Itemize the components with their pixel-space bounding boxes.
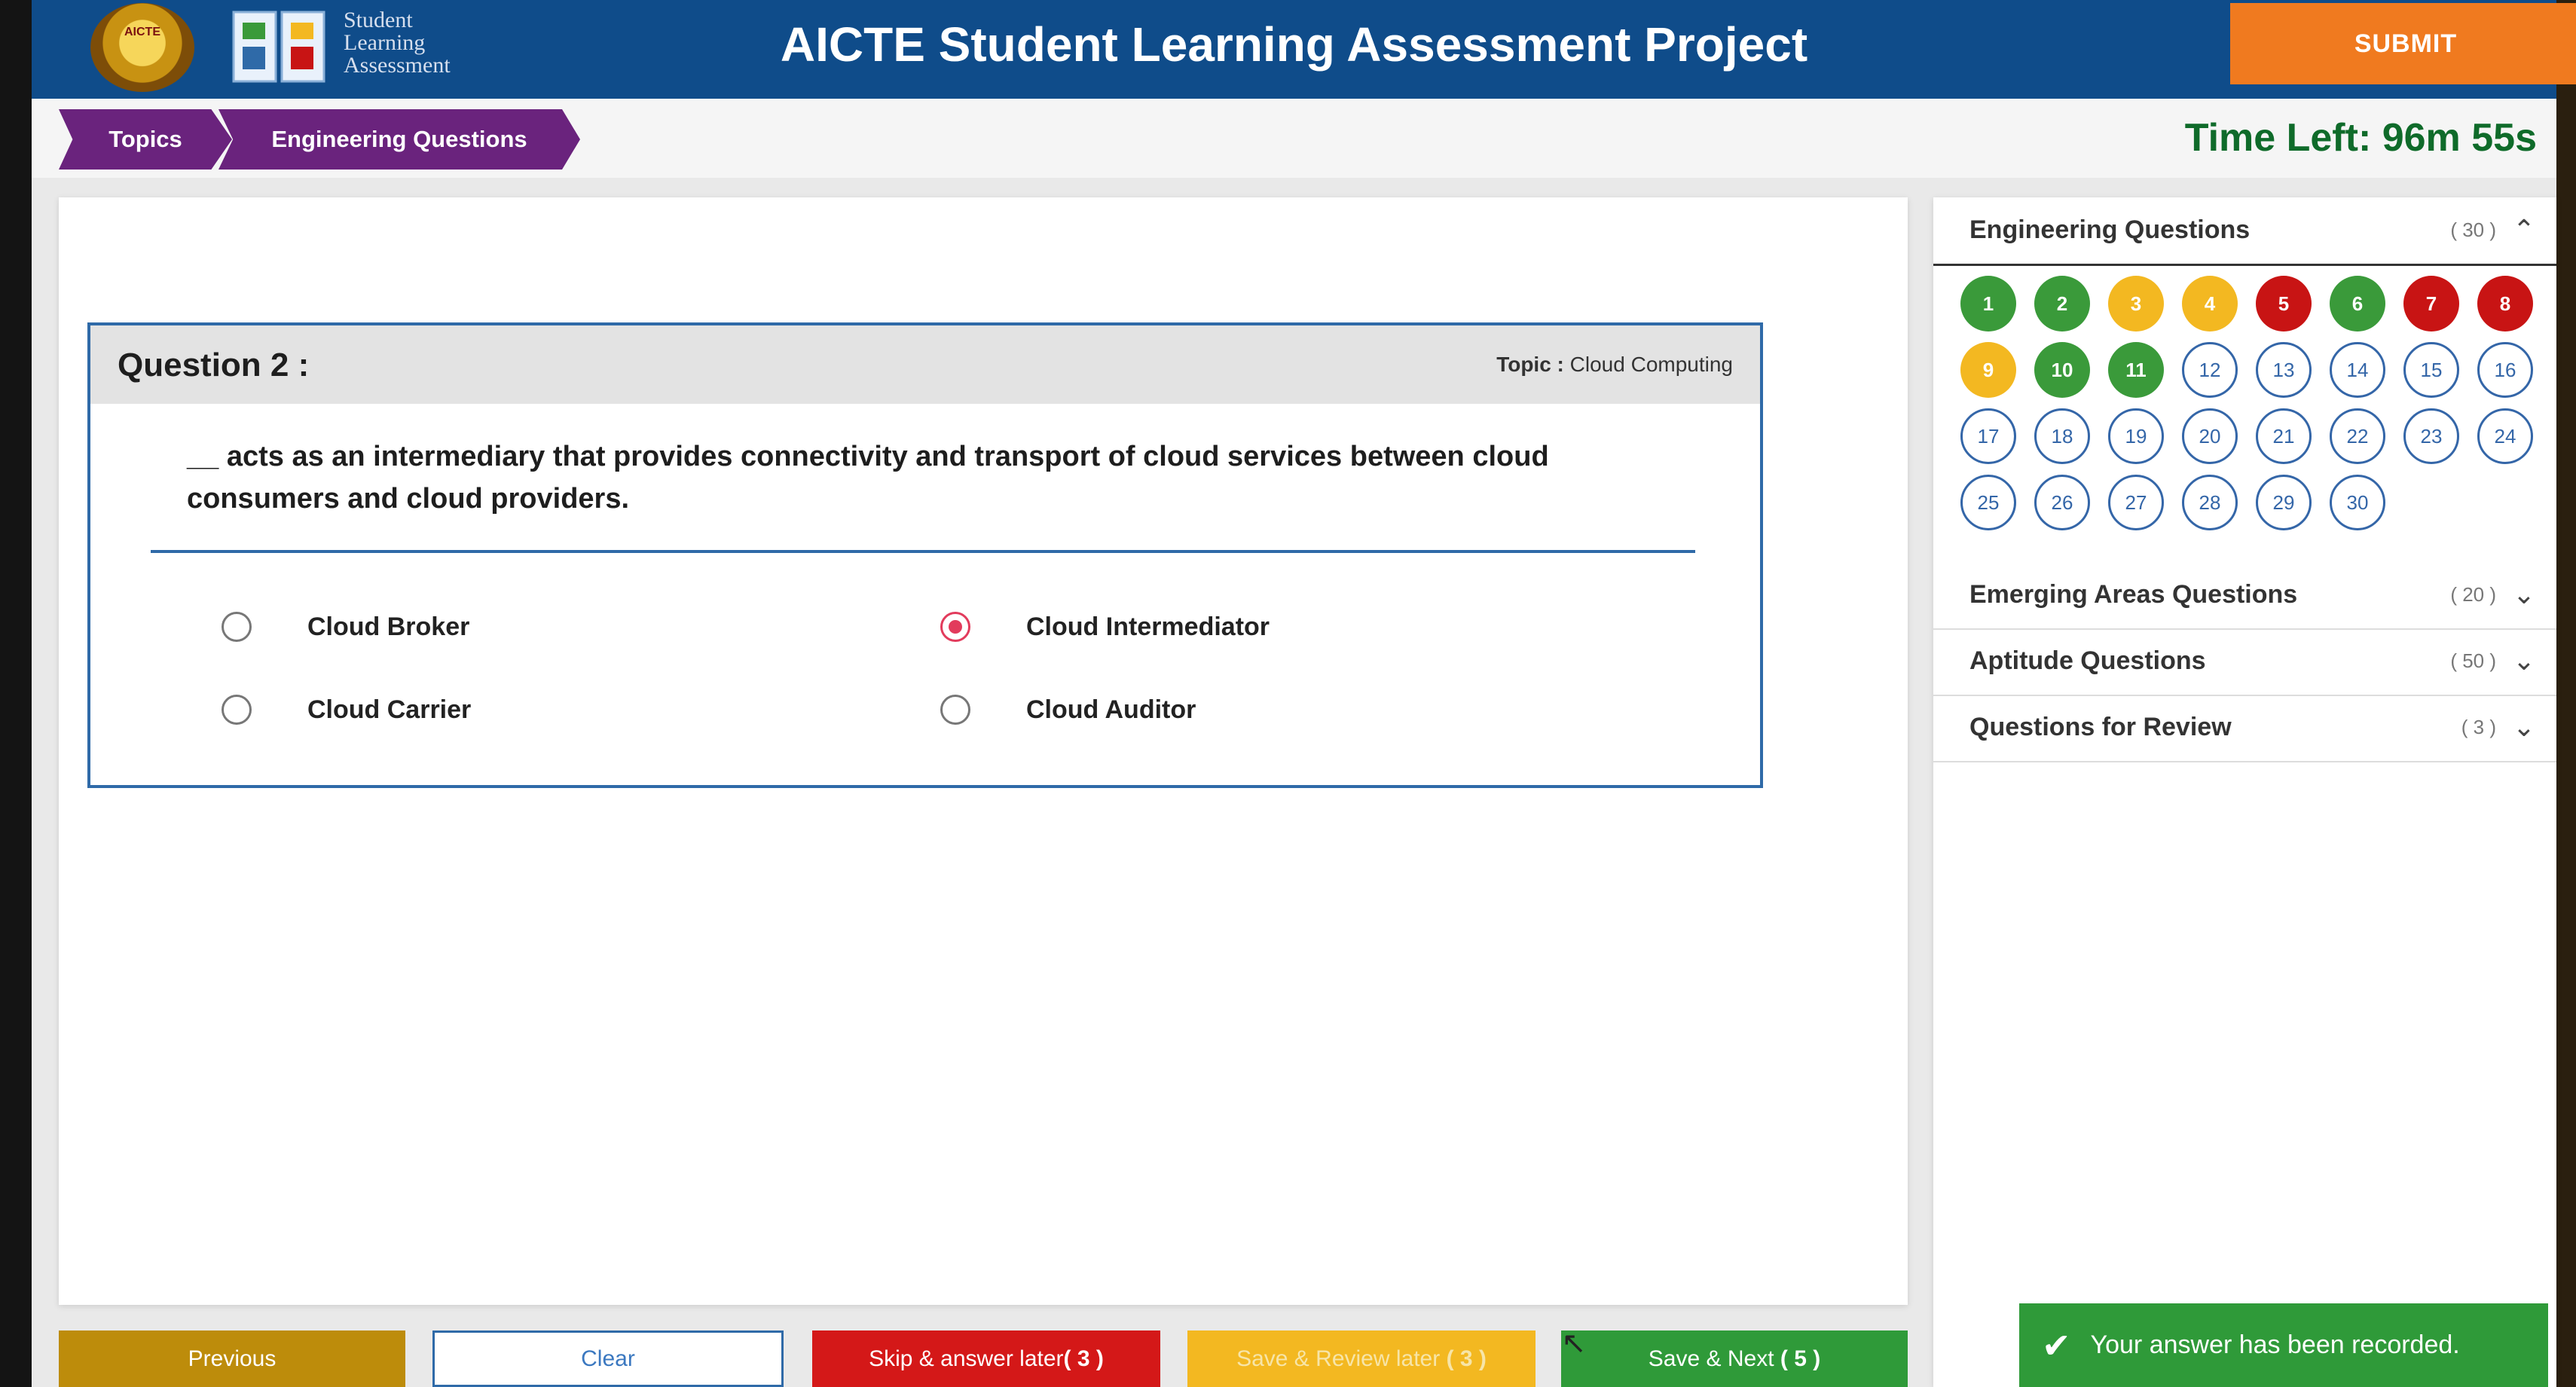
question-bubble-7[interactable]: 7 <box>2403 276 2459 331</box>
question-navigator: Engineering Questions ( 30 ) ⌃ 123456789… <box>1933 197 2556 1387</box>
topic-value: Cloud Computing <box>1569 353 1733 376</box>
option-label: Cloud Broker <box>307 612 470 641</box>
question-bubble-20[interactable]: 20 <box>2182 408 2238 464</box>
option-cloud-auditor[interactable]: Cloud Auditor <box>940 695 1196 725</box>
option-label: Cloud Carrier <box>307 695 472 724</box>
check-icon: ✔ <box>2042 1325 2071 1365</box>
question-bubble-16[interactable]: 16 <box>2477 342 2533 398</box>
question-bubble-19[interactable]: 19 <box>2108 408 2164 464</box>
section-emerging-areas-questions[interactable]: Emerging Areas Questions ( 20 ) ⌄ <box>1933 562 2556 630</box>
section-count: ( 20 ) <box>2450 583 2496 606</box>
option-cloud-broker[interactable]: Cloud Broker <box>222 612 469 642</box>
radio-button[interactable] <box>222 612 252 642</box>
chevron-up-icon[interactable]: ⌃ <box>2513 214 2535 246</box>
question-bubble-10[interactable]: 10 <box>2034 342 2090 398</box>
option-cloud-carrier[interactable]: Cloud Carrier <box>222 695 471 725</box>
section-engineering-questions[interactable]: Engineering Questions ( 30 ) ⌃ <box>1933 197 2556 266</box>
question-bubble-28[interactable]: 28 <box>2182 475 2238 530</box>
answer-recorded-toast: ✔ Your answer has been recorded. <box>2019 1303 2548 1387</box>
skip-count: ( 3 ) <box>1063 1346 1104 1371</box>
section-aptitude-questions[interactable]: Aptitude Questions ( 50 ) ⌄ <box>1933 628 2556 696</box>
question-bubble-6[interactable]: 6 <box>2330 276 2385 331</box>
section-title: Engineering Questions <box>1969 215 2251 244</box>
question-bubble-9[interactable]: 9 <box>1960 342 2016 398</box>
skip-label: Skip & answer later <box>869 1346 1064 1371</box>
question-bubble-11[interactable]: 11 <box>2108 342 2164 398</box>
skip-answer-later-button[interactable]: Skip & answer later( 3 ) <box>812 1330 1160 1387</box>
radio-button-selected[interactable] <box>940 612 970 642</box>
toast-message: Your answer has been recorded. <box>2090 1330 2460 1359</box>
radio-button[interactable] <box>940 695 970 725</box>
review-label: Save & Review later <box>1236 1346 1441 1371</box>
question-topic: Topic : Cloud Computing <box>1496 353 1733 377</box>
next-count: ( 5 ) <box>1780 1346 1821 1371</box>
question-box: Question 2 : Topic : Cloud Computing __ … <box>87 322 1763 788</box>
question-number: Question 2 : <box>118 347 310 383</box>
time-left: Time Left: 96m 55s <box>2184 116 2537 160</box>
question-bubble-27[interactable]: 27 <box>2108 475 2164 530</box>
previous-button[interactable]: Previous <box>59 1330 405 1387</box>
question-bubble-4[interactable]: 4 <box>2182 276 2238 331</box>
question-bubble-25[interactable]: 25 <box>1960 475 2016 530</box>
divider <box>151 550 1695 553</box>
question-bubble-15[interactable]: 15 <box>2403 342 2459 398</box>
breadcrumb-topics[interactable]: Topics <box>59 109 232 170</box>
question-bubble-1[interactable]: 1 <box>1960 276 2016 331</box>
option-label: Cloud Auditor <box>1026 695 1196 724</box>
question-bubble-5[interactable]: 5 <box>2256 276 2312 331</box>
chevron-down-icon[interactable]: ⌄ <box>2513 645 2535 677</box>
question-bubble-12[interactable]: 12 <box>2182 342 2238 398</box>
question-bubble-3[interactable]: 3 <box>2108 276 2164 331</box>
question-bubble-23[interactable]: 23 <box>2403 408 2459 464</box>
question-bubble-22[interactable]: 22 <box>2330 408 2385 464</box>
section-title: Questions for Review <box>1969 713 2232 741</box>
section-count: ( 50 ) <box>2450 649 2496 672</box>
review-count: ( 3 ) <box>1446 1346 1487 1371</box>
breadcrumb-engineering-questions[interactable]: Engineering Questions <box>218 109 580 170</box>
section-count: ( 30 ) <box>2450 218 2496 241</box>
section-questions-for-review[interactable]: Questions for Review ( 3 ) ⌄ <box>1933 695 2556 762</box>
save-review-later-button[interactable]: Save & Review later ( 3 ) <box>1187 1330 1536 1387</box>
question-text: __ acts as an intermediary that provides… <box>187 441 1549 515</box>
question-bubble-21[interactable]: 21 <box>2256 408 2312 464</box>
question-bubble-26[interactable]: 26 <box>2034 475 2090 530</box>
submit-button[interactable]: SUBMIT <box>2230 3 2576 84</box>
radio-button[interactable] <box>222 695 252 725</box>
left-frame-edge <box>0 0 32 1387</box>
right-frame-edge <box>2556 0 2576 1387</box>
question-bubble-8[interactable]: 8 <box>2477 276 2533 331</box>
breadcrumb-bar: Topics Engineering Questions Time Left: … <box>32 99 2556 178</box>
app-window: AICTE Student Learning Assessment AICTE … <box>0 0 2576 1387</box>
section-count: ( 3 ) <box>2461 716 2496 738</box>
question-bubble-18[interactable]: 18 <box>2034 408 2090 464</box>
question-bubble-29[interactable]: 29 <box>2256 475 2312 530</box>
save-next-button[interactable]: Save & Next ( 5 ) <box>1561 1330 1908 1387</box>
clear-button[interactable]: Clear <box>432 1330 784 1387</box>
header-bar: AICTE Student Learning Assessment AICTE … <box>32 0 2576 99</box>
app-title: AICTE Student Learning Assessment Projec… <box>780 17 1808 72</box>
question-bubble-14[interactable]: 14 <box>2330 342 2385 398</box>
chevron-down-icon[interactable]: ⌄ <box>2513 579 2535 610</box>
question-bubble-13[interactable]: 13 <box>2256 342 2312 398</box>
question-bubble-24[interactable]: 24 <box>2477 408 2533 464</box>
question-bubble-30[interactable]: 30 <box>2330 475 2385 530</box>
next-label: Save & Next <box>1648 1346 1774 1371</box>
section-title: Aptitude Questions <box>1969 646 2206 675</box>
mouse-cursor-icon: ↖ <box>1561 1327 1587 1360</box>
section-title: Emerging Areas Questions <box>1969 580 2298 609</box>
question-bubble-2[interactable]: 2 <box>2034 276 2090 331</box>
topic-label: Topic : <box>1496 353 1564 376</box>
option-label: Cloud Intermediator <box>1026 612 1270 641</box>
question-bubble-17[interactable]: 17 <box>1960 408 2016 464</box>
chevron-down-icon[interactable]: ⌄ <box>2513 711 2535 743</box>
question-header: Question 2 : Topic : Cloud Computing <box>90 325 1760 404</box>
option-cloud-intermediator[interactable]: Cloud Intermediator <box>940 612 1270 642</box>
